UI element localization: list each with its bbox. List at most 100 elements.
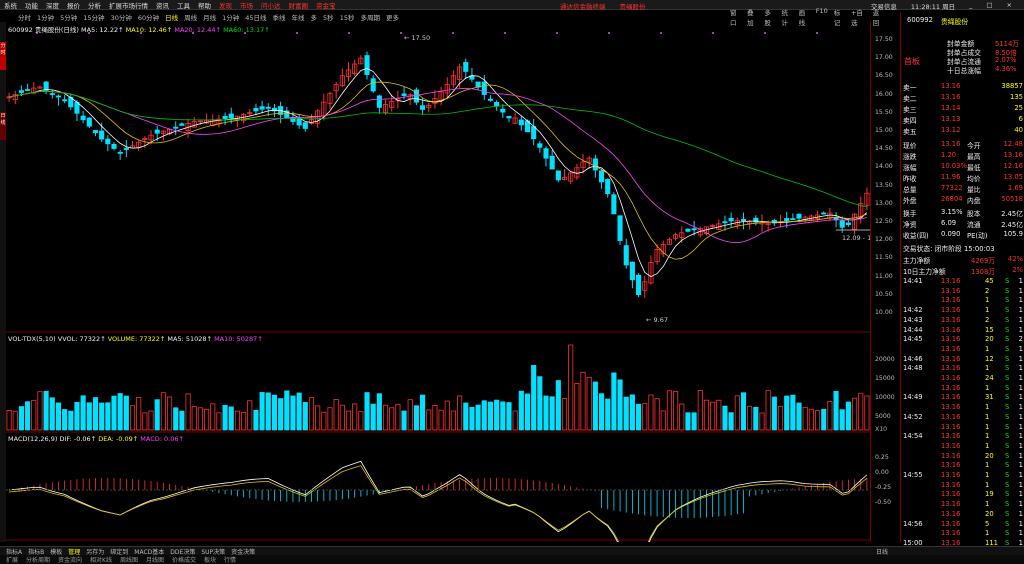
menu-hl-item[interactable]: 市场 <box>240 0 253 10</box>
volume-bar <box>364 392 370 431</box>
volume-bar <box>358 411 364 431</box>
period-tab[interactable]: 60分钟 <box>138 12 159 22</box>
period-tab[interactable]: 日线 <box>165 12 178 22</box>
volume-bar <box>247 400 253 431</box>
tick-volume: 20 <box>985 509 994 518</box>
dot-marker <box>764 32 766 34</box>
quote-value: 12.16 <box>1003 162 1023 170</box>
volume-bar <box>210 403 216 431</box>
period-tab[interactable]: 1分钟 <box>37 12 54 22</box>
maximize-icon[interactable]: □ <box>986 1 992 11</box>
period-tab[interactable]: 分时 <box>18 12 31 22</box>
tick-price: 13.16 <box>941 403 961 412</box>
status-item[interactable]: 周线图 <box>120 555 138 564</box>
volume-bar <box>481 400 487 431</box>
volume-bar <box>821 408 827 431</box>
period-tab[interactable]: 周线 <box>184 12 197 22</box>
candle-body <box>92 130 99 134</box>
menu-item[interactable]: 资讯 <box>156 0 169 10</box>
menu-item[interactable]: 工具 <box>177 0 190 10</box>
menu-item[interactable]: 帮助 <box>198 0 211 10</box>
menu-item[interactable]: 系统 <box>4 0 17 10</box>
period-tab[interactable]: 5分钟 <box>60 12 77 22</box>
tick-price: 13.16 <box>941 461 961 470</box>
volume-bar <box>228 406 234 431</box>
flow-pct: 2% <box>1012 266 1023 274</box>
status-item[interactable]: 分析周期 <box>26 555 50 564</box>
kline-chart-area[interactable]: ← 17.50← 9.6712.09 - 12023年101112123 600… <box>6 22 871 564</box>
tick-price: 13.16 <box>941 344 961 353</box>
quote-row: 现价 13.16 今开 12.48 <box>901 140 1024 150</box>
volume-bar <box>197 407 203 431</box>
status-item[interactable]: 价格成交 <box>172 555 196 564</box>
minimize-icon[interactable]: _ <box>969 1 972 11</box>
status-item[interactable]: 月线图 <box>146 555 164 564</box>
close-icon[interactable]: × <box>1007 1 1012 11</box>
quote-label: 均价 <box>967 175 981 183</box>
candle-body <box>543 148 549 159</box>
menu-item[interactable]: 分析 <box>88 0 101 10</box>
status-item[interactable]: 资金流向 <box>58 555 82 564</box>
menu-hl-item[interactable]: 资金宝 <box>316 0 336 10</box>
ask-volume: 25 <box>1014 104 1023 112</box>
ask-label: 卖三 <box>903 106 917 114</box>
period-tab[interactable]: 5秒 <box>323 12 334 22</box>
menu-hl-item[interactable]: 财富圈 <box>289 0 309 10</box>
tick-price: 13.16 <box>941 393 961 402</box>
candle-body <box>691 228 697 231</box>
macd-tick: -0.50 <box>875 499 892 506</box>
quote-value: 77322 <box>941 184 963 192</box>
legend-ma10: MA10: 12.46↑ <box>125 26 173 34</box>
quote-value: 12.48 <box>1003 140 1023 148</box>
menu-item[interactable]: 报价 <box>67 0 80 10</box>
volume-bar <box>12 410 18 431</box>
menu-hl-item[interactable]: 发现 <box>219 0 232 10</box>
volume-bar <box>728 412 734 431</box>
period-tab[interactable]: 季线 <box>273 12 286 22</box>
volume-bar <box>432 405 438 431</box>
candle-body <box>302 122 308 129</box>
ask-volume: 38857 <box>1001 82 1023 90</box>
quote-value: 13.16 <box>941 140 961 148</box>
quote-label: PE(动) <box>967 232 988 240</box>
tick-row: 13.16 1 S 1 <box>901 384 1024 394</box>
period-tab[interactable]: 45日线 <box>245 12 266 22</box>
volume-bar <box>253 409 259 431</box>
volume-bar <box>62 409 68 431</box>
volume-bar <box>49 397 55 431</box>
status-item[interactable]: 行情 <box>224 555 236 564</box>
status-item[interactable]: 扩展 <box>6 555 18 564</box>
candle-body <box>259 106 265 110</box>
quote-value: 1.69 <box>1007 184 1023 192</box>
status-item[interactable]: 相对K线 <box>90 555 112 564</box>
period-tab[interactable]: 15分钟 <box>83 12 104 22</box>
volume-bar <box>679 403 685 431</box>
period-tab[interactable]: 月线 <box>203 12 216 22</box>
menu-item[interactable]: 扩展市场行情 <box>109 0 148 10</box>
tick-volume: 1 <box>985 441 990 450</box>
candle-body <box>123 147 129 150</box>
chart-svg[interactable]: ← 17.50← 9.6712.09 - 12023年101112123 <box>6 22 871 564</box>
quote-value: 2.45亿 <box>1001 221 1023 229</box>
menu-item[interactable]: 深度 <box>46 0 59 10</box>
tick-volume: 1 <box>985 422 990 431</box>
tick-count: 1 <box>1018 490 1023 499</box>
tick-volume: 31 <box>985 393 994 402</box>
volume-bar <box>265 392 271 431</box>
quote-row: 涨跌 1.20 最高 13.16 <box>901 151 1024 161</box>
period-tab[interactable]: 年线 <box>292 12 305 22</box>
quote-value: 26804 <box>941 195 963 203</box>
ask-row: 卖五 13.12 40 <box>901 126 1024 136</box>
period-tab[interactable]: 15秒 <box>340 12 355 22</box>
tick-row: 13.16 1 S 1 <box>901 481 1024 491</box>
period-tab[interactable]: 多 <box>311 12 318 22</box>
menu-item[interactable]: 功能 <box>25 0 38 10</box>
period-tab[interactable]: 多周期 <box>360 12 380 22</box>
volume-bar <box>759 412 765 431</box>
period-tab[interactable]: 1分钟 <box>222 12 239 22</box>
menu-hl-item[interactable]: 问小达 <box>261 0 281 10</box>
period-tab[interactable]: 30分钟 <box>111 12 132 22</box>
period-tab[interactable]: 更多 <box>386 12 399 22</box>
status-item[interactable]: 板块 <box>204 555 216 564</box>
tick-row: 14:42 13.16 1 S 1 <box>901 306 1024 316</box>
